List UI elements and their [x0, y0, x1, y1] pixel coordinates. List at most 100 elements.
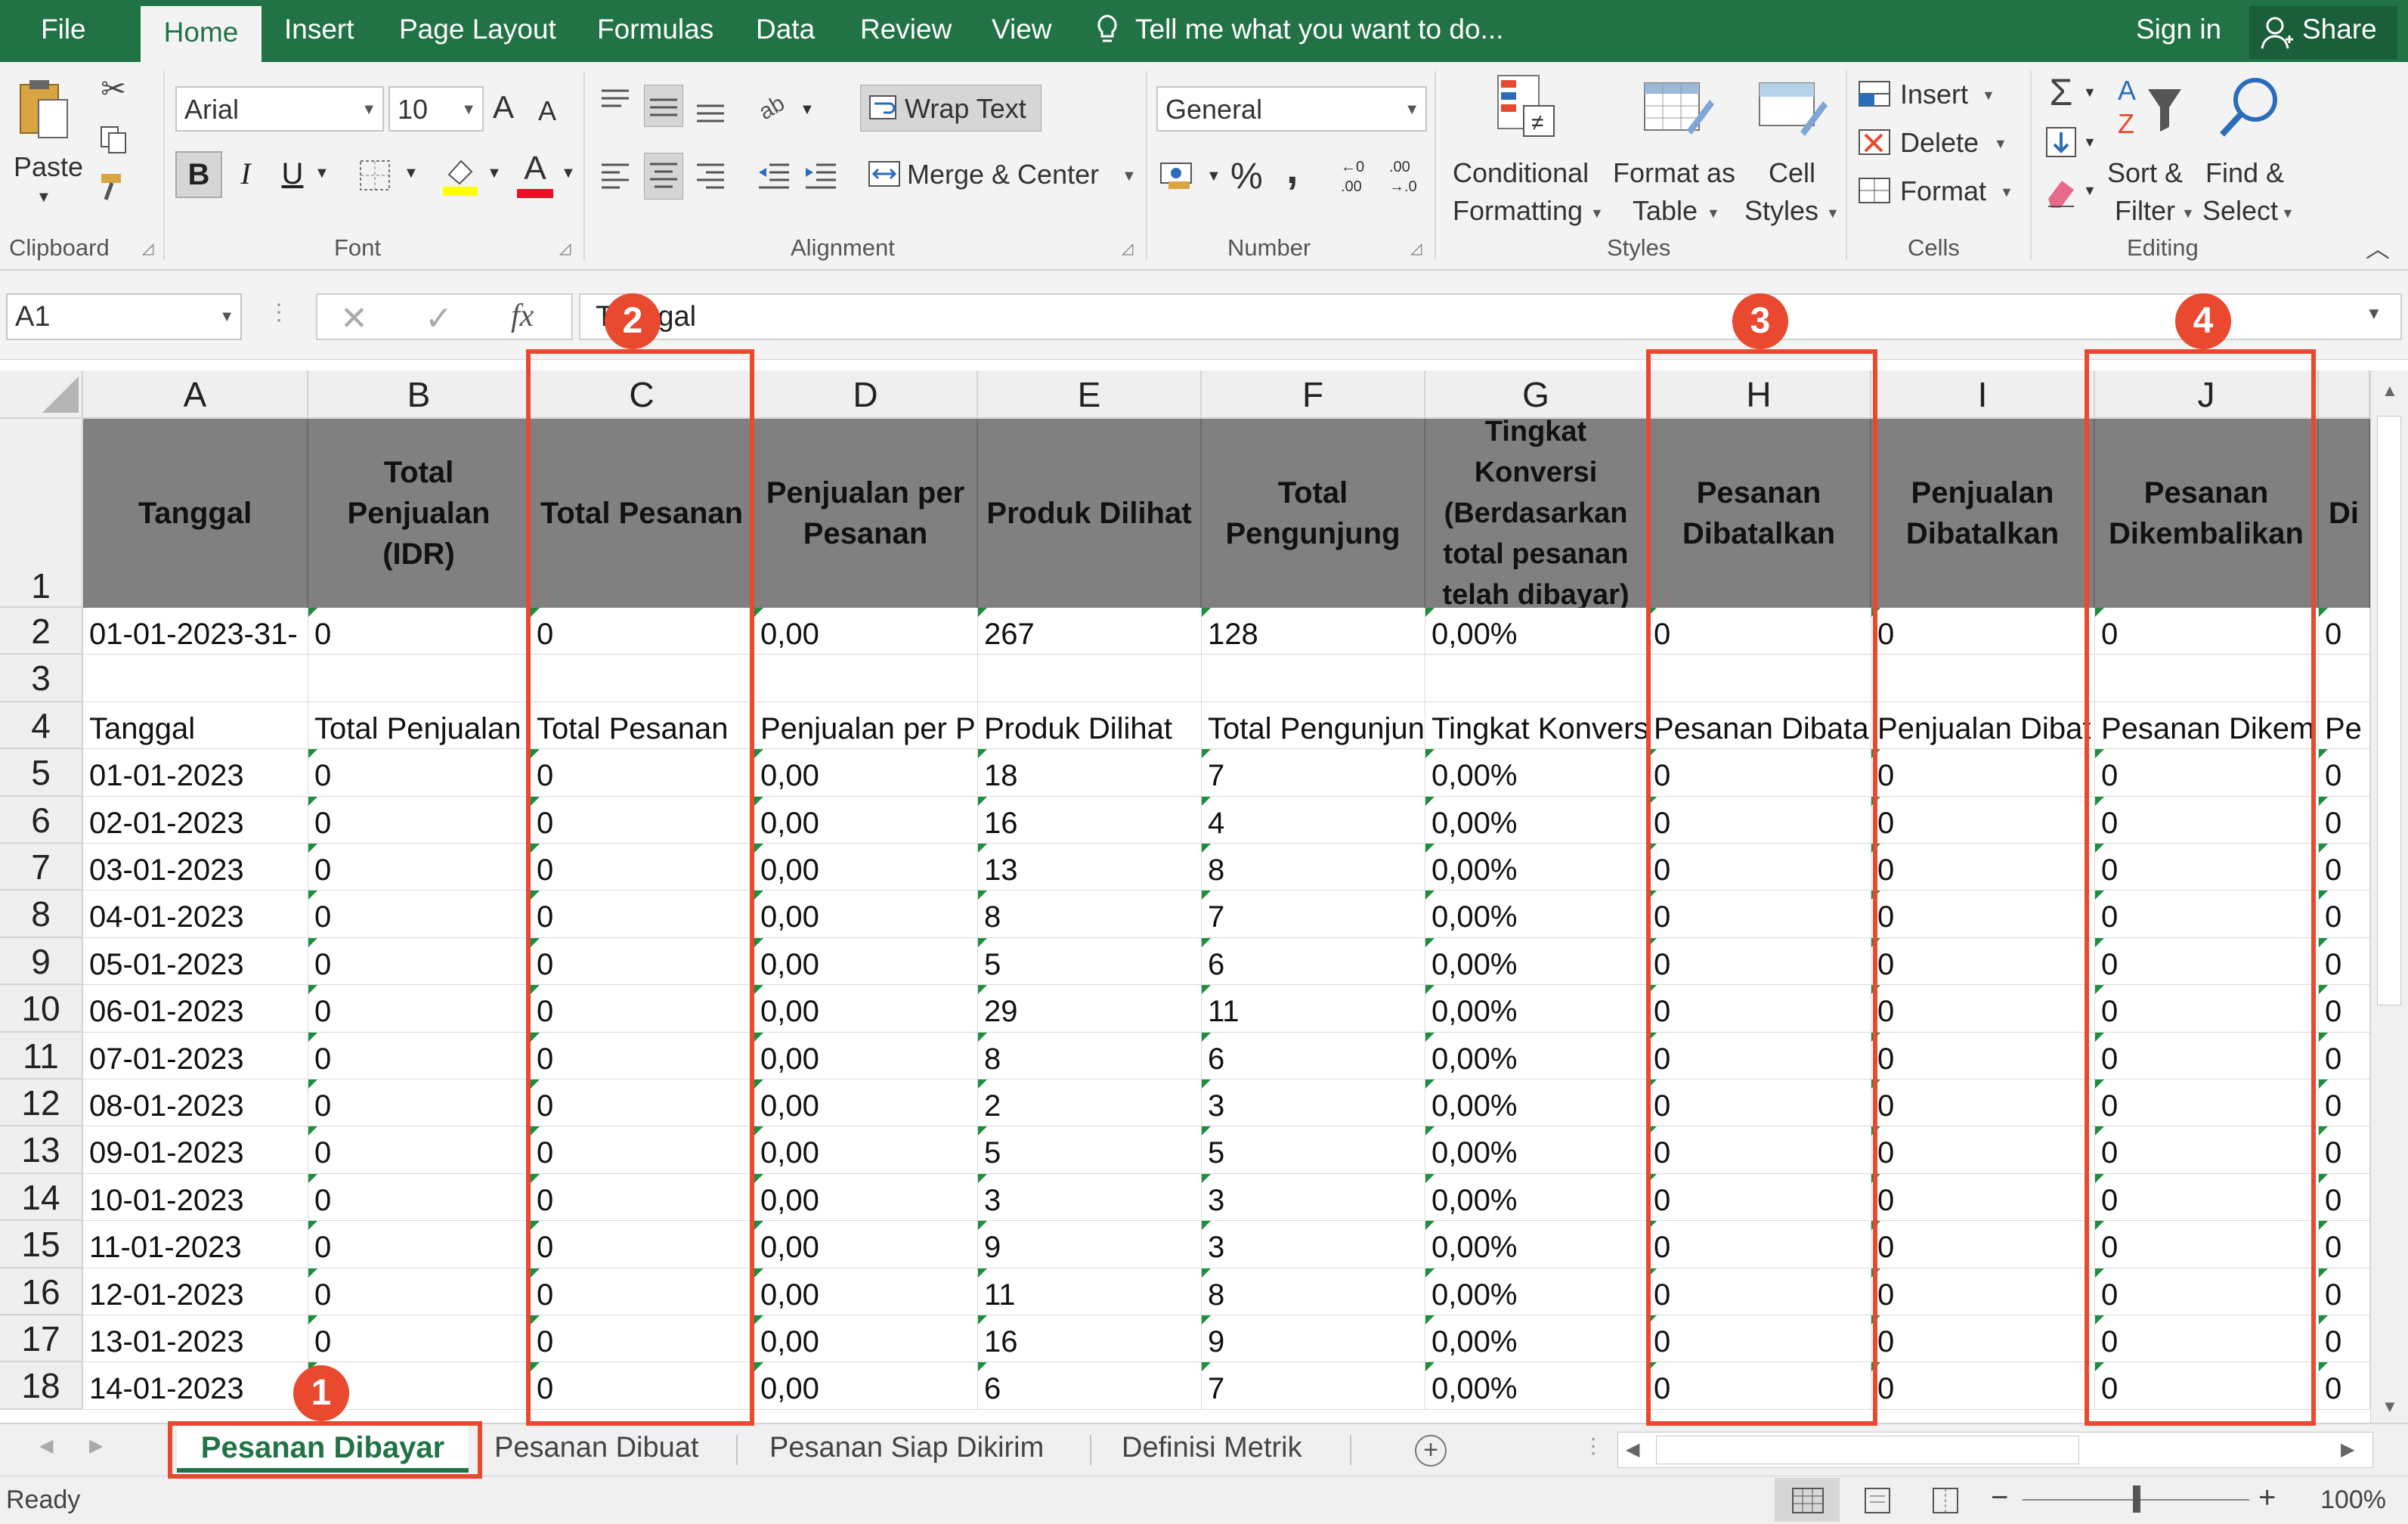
scroll-thumb[interactable] [1656, 1436, 2079, 1464]
tab-scroll-left-icon[interactable]: ◀ [39, 1435, 53, 1457]
cell-i18[interactable]: 0 [1871, 1362, 2095, 1410]
sort-filter-button[interactable]: AZ Sort & Filter ▼ [2104, 73, 2202, 231]
grow-font-button[interactable]: A [493, 89, 514, 125]
increase-indent-icon[interactable] [801, 157, 839, 197]
conditional-formatting-button[interactable]: ≠ Conditional Formatting ▼ [1447, 73, 1605, 231]
add-sheet-button[interactable]: + [1415, 1435, 1447, 1467]
align-middle-icon[interactable] [644, 85, 683, 127]
chevron-down-icon[interactable]: ▼ [2083, 183, 2097, 199]
cell-e9[interactable]: 5 [978, 937, 1202, 986]
column-header-a[interactable]: A [83, 370, 308, 419]
cell-a12[interactable]: 08-01-2023 [83, 1080, 308, 1127]
comma-style-button[interactable]: , [1286, 144, 1298, 193]
row-header-2[interactable]: 2 [0, 608, 83, 655]
cell-g13[interactable]: 0,00% [1425, 1126, 1648, 1174]
zoom-out-icon[interactable]: − [1991, 1481, 2008, 1515]
cell-g15[interactable]: 0,00% [1425, 1221, 1648, 1268]
row-header-5[interactable]: 5 [0, 749, 83, 797]
cell-b3[interactable] [308, 655, 531, 702]
cell-g12[interactable]: 0,00% [1425, 1080, 1648, 1127]
cell-a8[interactable]: 04-01-2023 [83, 891, 308, 938]
cell-e16[interactable]: 11 [978, 1268, 1202, 1315]
chevron-down-icon[interactable]: ▼ [2083, 135, 2097, 150]
cell-b10[interactable]: 0 [308, 985, 531, 1033]
cell-e7[interactable]: 13 [978, 844, 1202, 891]
cell-b15[interactable]: 0 [308, 1221, 531, 1268]
copy-icon[interactable] [97, 122, 130, 156]
cell-e8[interactable]: 8 [978, 891, 1202, 938]
tab-page-layout[interactable]: Page Layout [399, 14, 556, 45]
merge-center-button[interactable]: Merge & Center ▼ [860, 151, 1140, 198]
cell-a14[interactable]: 10-01-2023 [83, 1173, 308, 1222]
row-header-17[interactable]: 17 [0, 1315, 83, 1363]
cell-k15[interactable]: 0 [2319, 1221, 2370, 1268]
decrease-indent-icon[interactable] [754, 157, 792, 197]
cell-k12[interactable]: 0 [2319, 1080, 2370, 1127]
cell-g10[interactable]: 0,00% [1425, 985, 1648, 1033]
cell-e4[interactable]: Produk Dilihat [978, 702, 1202, 750]
cell-f1[interactable]: Total Pengunjung [1202, 419, 1425, 608]
cell-g14[interactable]: 0,00% [1425, 1173, 1648, 1222]
cell-i13[interactable]: 0 [1871, 1126, 2095, 1174]
chevron-down-icon[interactable]: ▼ [1206, 168, 1221, 185]
cell-k14[interactable]: 0 [2319, 1173, 2370, 1222]
cell-a13[interactable]: 09-01-2023 [83, 1126, 308, 1174]
cell-f3[interactable] [1202, 655, 1425, 702]
cell-e11[interactable]: 8 [978, 1032, 1202, 1080]
tab-home[interactable]: Home [141, 6, 262, 62]
cell-i8[interactable]: 0 [1871, 891, 2095, 938]
chevron-down-icon[interactable]: ▼ [404, 165, 419, 182]
cell-f10[interactable]: 11 [1202, 985, 1425, 1033]
cell-b8[interactable]: 0 [308, 891, 531, 938]
cell-f11[interactable]: 6 [1202, 1032, 1425, 1080]
column-header-g[interactable]: G [1425, 370, 1648, 419]
cell-e1[interactable]: Produk Dilihat [978, 419, 1202, 608]
cell-g9[interactable]: 0,00% [1425, 937, 1648, 986]
underline-button[interactable]: U [274, 151, 311, 198]
name-box[interactable]: A1 ▼ [6, 293, 242, 340]
cell-f12[interactable]: 3 [1202, 1080, 1425, 1127]
cell-i1[interactable]: Penjualan Dibatalkan [1871, 419, 2095, 608]
cell-i17[interactable]: 0 [1871, 1315, 2095, 1363]
horizontal-scrollbar[interactable]: ◀ ▶ [1617, 1432, 2373, 1468]
chevron-down-icon[interactable]: ▼ [800, 101, 815, 119]
scroll-down-icon[interactable]: ▼ [2382, 1397, 2398, 1417]
column-header-k[interactable] [2319, 370, 2370, 419]
cell-g17[interactable]: 0,00% [1425, 1315, 1648, 1363]
cell-g1[interactable]: Tingkat Konversi (Berdasarkan total pesa… [1425, 419, 1648, 608]
align-left-icon[interactable] [597, 157, 633, 197]
cut-icon[interactable]: ✂ [97, 73, 130, 106]
cell-b4[interactable]: Total Penjualan [308, 702, 531, 750]
autosum-icon[interactable]: Σ [2042, 71, 2080, 113]
sheet-tab-pesanan-dibuat[interactable]: Pesanan Dibuat [494, 1424, 698, 1473]
row-header-14[interactable]: 14 [0, 1173, 83, 1222]
cell-e5[interactable]: 18 [978, 749, 1202, 797]
page-break-view-icon[interactable] [1930, 1487, 1961, 1514]
cell-i12[interactable]: 0 [1871, 1080, 2095, 1127]
format-painter-icon[interactable] [97, 169, 130, 203]
cell-g11[interactable]: 0,00% [1425, 1032, 1648, 1080]
cell-d18[interactable]: 0,00 [754, 1362, 978, 1410]
cell-f14[interactable]: 3 [1202, 1173, 1425, 1222]
wrap-text-button[interactable]: Wrap Text [860, 85, 1042, 132]
column-header-d[interactable]: D [754, 370, 978, 419]
insert-cells-button[interactable]: Insert ▼ [1858, 73, 2024, 115]
cell-b1[interactable]: Total Penjualan (IDR) [308, 419, 531, 608]
cell-i9[interactable]: 0 [1871, 937, 2095, 986]
cell-k18[interactable]: 0 [2319, 1362, 2370, 1410]
cell-a9[interactable]: 05-01-2023 [83, 937, 308, 986]
cell-d11[interactable]: 0,00 [754, 1032, 978, 1080]
cell-d13[interactable]: 0,00 [754, 1126, 978, 1174]
align-right-icon[interactable] [692, 157, 729, 197]
select-all-corner[interactable] [0, 370, 83, 419]
row-header-3[interactable]: 3 [0, 655, 83, 702]
row-header-8[interactable]: 8 [0, 891, 83, 938]
font-launcher-icon[interactable]: ◿ [559, 239, 571, 258]
scroll-right-icon[interactable]: ▶ [2341, 1439, 2354, 1460]
cell-k11[interactable]: 0 [2319, 1032, 2370, 1080]
number-format-select[interactable]: General ▼ [1156, 86, 1427, 132]
align-bottom-icon[interactable] [692, 85, 729, 127]
cell-g18[interactable]: 0,00% [1425, 1362, 1648, 1410]
cell-a6[interactable]: 02-01-2023 [83, 796, 308, 844]
cell-k5[interactable]: 0 [2319, 749, 2370, 797]
